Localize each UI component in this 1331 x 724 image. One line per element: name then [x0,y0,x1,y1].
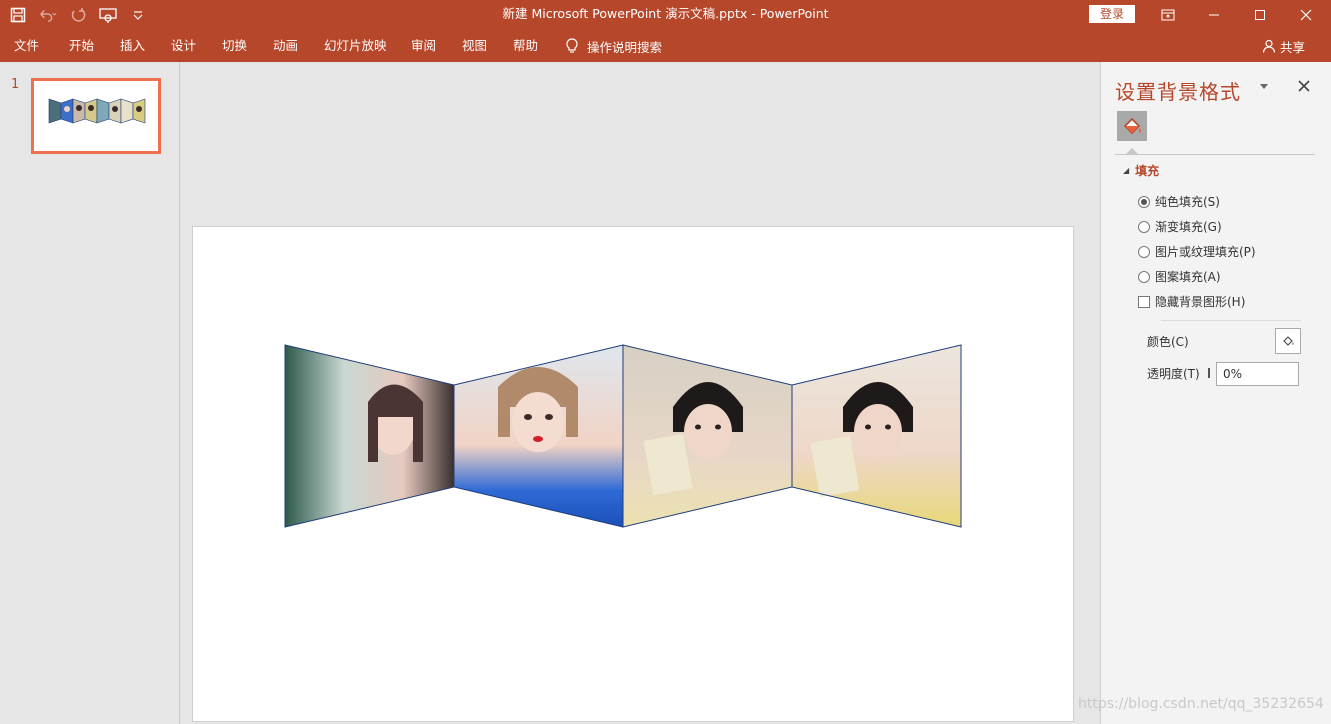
pattern-fill-label: 图案填充(A) [1155,270,1221,284]
maximize-icon[interactable] [1237,0,1283,30]
tab-insert[interactable]: 插入 [120,30,145,62]
transparency-slider[interactable] [1208,368,1210,378]
tab-design[interactable]: 设计 [171,30,196,62]
tab-home[interactable]: 开始 [69,30,94,62]
share-label: 共享 [1280,39,1306,55]
tab-animations[interactable]: 动画 [273,30,298,62]
tab-review[interactable]: 审阅 [411,30,436,62]
tell-me-label: 操作说明搜索 [587,39,663,55]
pane-title: 设置背景格式 [1115,80,1241,104]
tab-transitions[interactable]: 切换 [222,30,247,62]
gradient-fill-option[interactable]: 渐变填充(G) [1138,218,1222,235]
pane-divider [1115,154,1315,155]
ribbon-display-options-icon[interactable] [1145,0,1191,30]
fill-bucket-icon[interactable] [1117,111,1147,141]
slide-thumbnail-pane: 1 [0,62,180,724]
tell-me-search[interactable]: 操作说明搜索 [565,30,662,62]
hide-background-graphics-label: 隐藏背景图形(H) [1155,295,1246,309]
slide-thumbnail[interactable] [31,78,161,154]
color-picker-button[interactable] [1275,328,1301,354]
folded-photo-strip[interactable] [193,227,1075,723]
collapse-triangle-icon: ◢ [1123,166,1130,175]
hide-background-graphics-option[interactable]: 隐藏背景图形(H) [1138,293,1245,310]
pattern-fill-option[interactable]: 图案填充(A) [1138,268,1221,285]
solid-fill-radio[interactable] [1138,195,1150,208]
solid-fill-option[interactable]: 纯色填充(S) [1138,193,1220,210]
tab-file[interactable]: 文件 [14,30,39,62]
tab-slideshow[interactable]: 幻灯片放映 [324,30,387,62]
slide-number: 1 [11,77,20,92]
tab-help[interactable]: 帮助 [513,30,538,62]
share-button[interactable]: 共享 [1262,30,1305,62]
redo-icon[interactable] [68,5,88,25]
picture-texture-fill-label: 图片或纹理填充(P) [1155,245,1256,259]
person-icon [1262,39,1276,53]
fill-section-header[interactable]: ◢ 填充 [1123,162,1159,179]
fill-section-label: 填充 [1135,164,1160,178]
title-bar: 新建 Microsoft PowerPoint 演示文稿.pptx - Powe… [0,0,1331,30]
paint-bucket-icon [1283,336,1294,346]
start-slideshow-icon[interactable] [98,5,118,25]
login-button[interactable]: 登录 [1089,5,1135,23]
transparency-input[interactable]: 0% [1216,362,1299,386]
customize-qat-icon[interactable] [128,5,148,25]
minimize-icon[interactable] [1191,0,1237,30]
hide-background-graphics-checkbox[interactable] [1138,295,1150,308]
close-window-icon[interactable] [1283,0,1329,30]
close-pane-icon[interactable] [1298,76,1310,97]
ribbon-tabs: 文件 开始 插入 设计 切换 动画 幻灯片放映 审阅 视图 帮助 操作说明搜索 … [0,30,1331,62]
gradient-fill-label: 渐变填充(G) [1155,220,1222,234]
watermark: https://blog.csdn.net/qq_35232654 [1078,696,1324,712]
slide-canvas[interactable] [192,226,1074,722]
transparency-label: 透明度(T) [1147,367,1200,381]
lightbulb-icon [566,38,578,53]
picture-texture-fill-option[interactable]: 图片或纹理填充(P) [1138,243,1256,260]
save-icon[interactable] [8,5,28,25]
color-label: 颜色(C) [1147,335,1189,349]
pattern-fill-radio[interactable] [1138,270,1150,283]
picture-texture-fill-radio[interactable] [1138,245,1150,258]
format-background-pane: 设置背景格式 ◢ 填充 纯色填充(S) 渐变填充(G) 图片或纹理填充(P) 图… [1100,62,1331,724]
tab-view[interactable]: 视图 [462,30,487,62]
options-divider [1161,320,1301,321]
undo-icon[interactable] [38,5,58,25]
quick-access-toolbar [8,0,148,30]
thumbnail-preview [48,98,146,124]
pane-options-dropdown-icon[interactable] [1259,80,1269,94]
solid-fill-label: 纯色填充(S) [1155,195,1220,209]
gradient-fill-radio[interactable] [1138,220,1150,233]
